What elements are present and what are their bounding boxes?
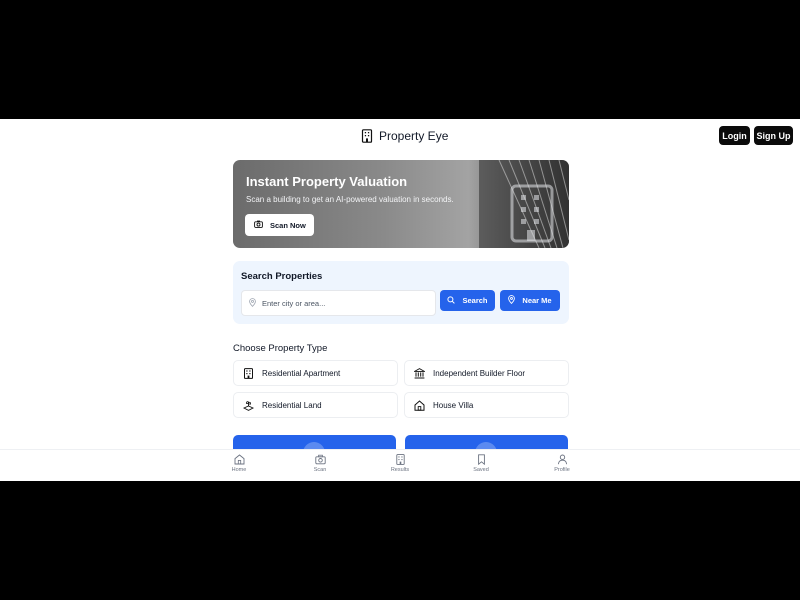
scan-now-label: Scan Now	[270, 220, 306, 230]
map-pin-icon	[249, 294, 256, 312]
type-independent-builder-floor[interactable]: Independent Builder Floor	[404, 360, 569, 386]
nav-label: Home	[231, 467, 247, 473]
map-pin-icon	[508, 295, 516, 306]
search-icon	[447, 295, 456, 306]
land-icon	[243, 400, 254, 411]
brand-name: Property Eye	[379, 129, 449, 143]
nav-scan[interactable]: Scan	[300, 454, 340, 480]
hero-title: Instant Property Valuation	[246, 174, 408, 189]
type-residential-apartment[interactable]: Residential Apartment	[233, 360, 398, 386]
search-title: Search Properties	[241, 271, 323, 282]
bottom-nav: Home Scan Results Saved Profile	[0, 449, 800, 481]
hero-banner: Instant Property Valuation Scan a buildi…	[233, 160, 569, 248]
search-input-wrapper[interactable]	[241, 290, 436, 316]
type-label: Residential Land	[262, 400, 322, 410]
nav-label: Scan	[313, 467, 327, 473]
nav-results[interactable]: Results	[380, 454, 420, 480]
camera-icon	[314, 454, 326, 465]
bookmark-icon	[476, 454, 487, 465]
property-type-title: Choose Property Type	[233, 343, 328, 354]
signup-button[interactable]: Sign Up	[754, 126, 793, 145]
nav-label: Profile	[554, 467, 570, 473]
house-icon	[414, 399, 425, 411]
landmark-icon	[414, 367, 425, 379]
type-label: Independent Builder Floor	[433, 368, 526, 378]
nav-profile[interactable]: Profile	[542, 454, 582, 480]
login-button[interactable]: Login	[719, 126, 750, 145]
search-input[interactable]	[262, 298, 432, 308]
building-icon	[395, 454, 406, 465]
search-card: Search Properties Search Near Me	[233, 261, 569, 324]
brand[interactable]: Property Eye	[361, 126, 448, 146]
building-icon	[361, 129, 373, 143]
near-me-button[interactable]: Near Me	[500, 290, 560, 311]
nav-saved[interactable]: Saved	[461, 454, 501, 480]
nav-label: Saved	[473, 467, 489, 473]
type-label: House Villa	[433, 400, 474, 410]
nav-label: Results	[390, 467, 410, 473]
near-me-label: Near Me	[522, 296, 552, 305]
app-page: Property Eye Login Sign Up Instant Prope…	[0, 119, 800, 481]
building-icon	[243, 367, 254, 379]
home-icon	[234, 454, 245, 465]
camera-icon	[254, 220, 263, 230]
hero-subtitle: Scan a building to get an AI-powered val…	[246, 195, 454, 204]
type-residential-land[interactable]: Residential Land	[233, 392, 398, 418]
search-button-label: Search	[462, 296, 488, 305]
scan-now-button[interactable]: Scan Now	[245, 214, 314, 236]
nav-home[interactable]: Home	[219, 454, 259, 480]
type-house-villa[interactable]: House Villa	[404, 392, 569, 418]
building-icon	[510, 184, 554, 243]
user-icon	[557, 454, 568, 465]
type-label: Residential Apartment	[262, 368, 341, 378]
header: Property Eye Login Sign Up	[0, 119, 800, 152]
search-button[interactable]: Search	[440, 290, 495, 311]
